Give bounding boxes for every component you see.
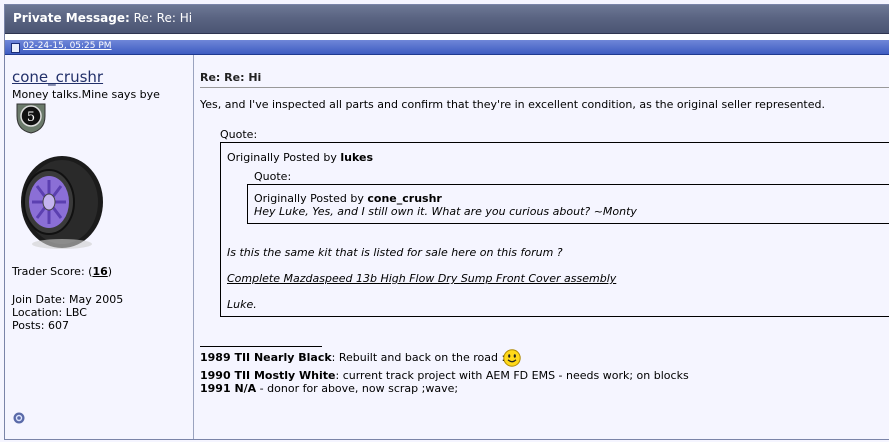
message-panel: Re: Re: Hi Yes, and I've inspected all p…: [194, 55, 889, 439]
outer-quote-box: Originally Posted by lukes Quote: Is thi…: [220, 142, 889, 317]
badge-number: 5: [27, 110, 35, 125]
signature-line-1: 1989 TII Nearly Black: Rebuilt and back …: [200, 349, 521, 367]
message-subject: Re: Re: Hi: [200, 71, 262, 84]
quote-question: Is this the same kit that is listed for …: [227, 246, 563, 259]
post-icon: [11, 43, 20, 53]
title-bar: Private Message: Re: Re: Hi: [5, 5, 889, 34]
quote-label: Quote:: [220, 128, 258, 141]
quote-signoff: Luke.: [227, 298, 257, 311]
post-count: Posts: 607: [12, 319, 69, 332]
trader-score-link[interactable]: 16: [92, 265, 107, 278]
page-title: Private Message: Re: Re: Hi: [13, 11, 193, 25]
username-link[interactable]: cone_crushr: [12, 68, 103, 86]
avatar: [21, 156, 103, 249]
user-stats: Join Date: May 2005 Location: LBC Posts:…: [12, 293, 123, 332]
rank-badge-icon: 5: [16, 103, 46, 134]
signature-line-2: 1990 TII Mostly White: current track pro…: [200, 369, 689, 382]
outer-quote-attribution: Originally Posted by lukes: [227, 151, 374, 164]
trader-score: Trader Score: (16): [12, 265, 113, 278]
post-date: 02-24-15, 05:25 PM: [23, 41, 112, 51]
inner-quote-box: Originally Posted by cone_crushr Hey Luk…: [247, 184, 889, 224]
message-body: Yes, and I've inspected all parts and co…: [200, 98, 825, 111]
listing-link[interactable]: Complete Mazdaspeed 13b High Flow Dry Su…: [227, 272, 616, 285]
online-status-icon: [13, 412, 25, 424]
inner-quote-text: Hey Luke, Yes, and I still own it. What …: [254, 205, 637, 218]
inner-quote-label: Quote:: [254, 170, 292, 183]
smiley-icon: [503, 349, 521, 367]
join-date: Join Date: May 2005: [12, 293, 124, 306]
signature-divider: [200, 346, 322, 347]
user-info-panel: cone_crushr Money talks.Mine says bye 5 …: [5, 55, 194, 439]
inner-quote-attribution: Originally Posted by cone_crushr: [254, 192, 442, 205]
signature-line-3: 1991 N/A - donor for above, now scrap ;w…: [200, 382, 459, 395]
location: Location: LBC: [12, 306, 87, 319]
post-date-bar: 02-24-15, 05:25 PM: [5, 40, 889, 55]
divider: [200, 87, 889, 88]
private-message-panel: Private Message: Re: Re: Hi 02-24-15, 05…: [4, 4, 889, 440]
